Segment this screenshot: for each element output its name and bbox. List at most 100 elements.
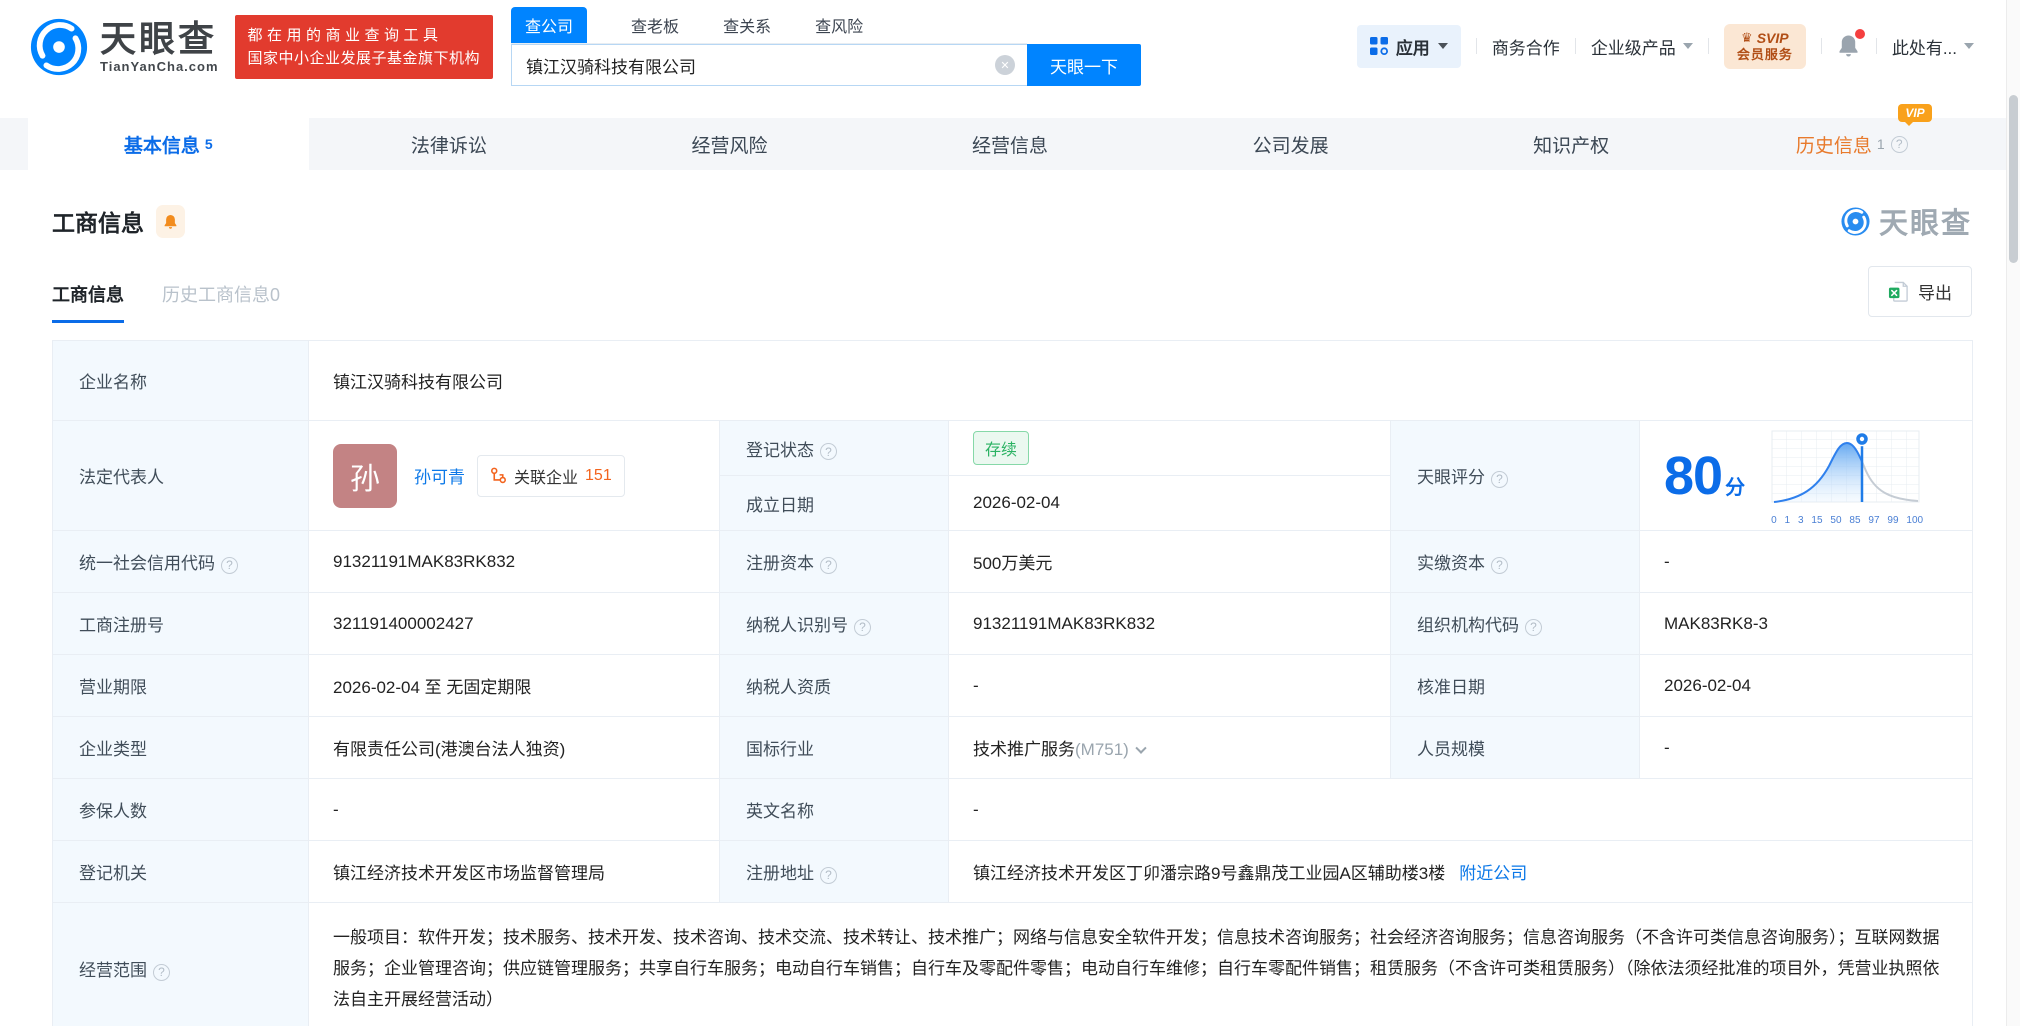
tab-label: 经营风险 bbox=[691, 135, 768, 157]
search-box: ✕ bbox=[511, 44, 1028, 86]
nearby-companies-link[interactable]: 附近公司 bbox=[1459, 864, 1527, 883]
help-icon[interactable] bbox=[1525, 618, 1542, 636]
tab-legal-litigation[interactable]: 法律诉讼 bbox=[309, 118, 590, 170]
scrollbar-track[interactable] bbox=[2006, 0, 2020, 1026]
table-row: 统一社会信用代码 91321191MAK83RK832 注册资本 500万美元 … bbox=[52, 530, 1974, 593]
tab-intellectual-property[interactable]: 知识产权 bbox=[1431, 118, 1712, 170]
scrollbar-thumb[interactable] bbox=[2009, 95, 2018, 263]
grid-apps-icon bbox=[1369, 37, 1388, 56]
tianyan-score[interactable]: 80 分 0 1 3 15 50 85 97 99 100 bbox=[1664, 426, 1954, 526]
search-input[interactable] bbox=[512, 55, 996, 75]
brand-name: 天眼查 bbox=[100, 17, 218, 59]
help-icon[interactable] bbox=[1491, 470, 1508, 488]
paid-capital-value: - bbox=[1638, 530, 1974, 593]
org-chart-icon bbox=[491, 467, 506, 484]
section-header: 工商信息 天眼查 bbox=[52, 200, 1972, 242]
notifications-bell[interactable] bbox=[1837, 29, 1865, 59]
address-value: 镇江经济技术开发区丁卯潘宗路9号鑫鼎茂工业园A区辅助楼3楼 附近公司 bbox=[947, 840, 1974, 903]
tianyancha-logo[interactable]: 天眼查 TianYanCha.com bbox=[28, 16, 219, 78]
chevron-down-icon bbox=[1437, 43, 1448, 50]
help-icon[interactable] bbox=[820, 556, 837, 574]
insured-value: - bbox=[308, 778, 720, 841]
help-icon[interactable] bbox=[153, 963, 170, 981]
tab-history-info[interactable]: VIP 历史信息 1 bbox=[1711, 103, 1992, 170]
help-icon[interactable] bbox=[820, 443, 837, 460]
subscribe-bell-button[interactable] bbox=[156, 204, 185, 238]
export-label: 导出 bbox=[1918, 284, 1952, 303]
help-icon[interactable] bbox=[1890, 135, 1908, 153]
reg-number-value: 321191400002427 bbox=[308, 592, 720, 655]
subtab-row: 工商信息 历史工商信息0 导出 bbox=[52, 266, 1972, 323]
table-row: 登记机关 镇江经济技术开发区市场监督管理局 注册地址 镇江经济技术开发区丁卯潘宗… bbox=[52, 840, 1974, 903]
insured-label: 参保人数 bbox=[52, 778, 309, 841]
table-row: 法定代表人 孙 孙可青 关联企业 151 登记状态? 存续 天眼评分? 80 分… bbox=[52, 420, 1974, 531]
help-icon[interactable] bbox=[221, 556, 238, 574]
tab-label: 法律诉讼 bbox=[410, 135, 487, 157]
search-button[interactable]: 天眼一下 bbox=[1027, 44, 1142, 86]
reg-authority-label: 登记机关 bbox=[52, 840, 309, 903]
industry-value[interactable]: 技术推广服务(M751) bbox=[948, 716, 1391, 779]
subtab-history-registration-info[interactable]: 历史工商信息0 bbox=[162, 281, 280, 323]
table-row: 参保人数 - 英文名称 - bbox=[52, 778, 1974, 841]
score-distribution-chart: 0 1 3 15 50 85 97 99 100 bbox=[1771, 426, 1923, 526]
watermark: 天眼查 bbox=[1840, 200, 1972, 242]
business-scope-value: 一般项目：软件开发；技术服务、技术开发、技术咨询、技术交流、技术转让、技术推广；… bbox=[307, 902, 1974, 1026]
nav-enterprise-products[interactable]: 企业级产品 bbox=[1591, 34, 1693, 59]
staff-size-label: 人员规模 bbox=[1390, 716, 1640, 779]
user-menu[interactable]: 此处有... bbox=[1892, 34, 1974, 59]
logo-text: 天眼查 TianYanCha.com bbox=[100, 17, 219, 74]
search-tab-risk[interactable]: 查风险 bbox=[801, 7, 877, 43]
subtab-registration-info[interactable]: 工商信息 bbox=[52, 281, 124, 323]
tab-operation-info[interactable]: 经营信息 bbox=[870, 118, 1151, 170]
company-type-value: 有限责任公司(港澳台法人独资) bbox=[308, 716, 720, 779]
svip-badge[interactable]: ♛ SVIP 会员服务 bbox=[1723, 23, 1806, 70]
chart-x-axis: 0 1 3 15 50 85 97 99 100 bbox=[1771, 514, 1924, 526]
tab-count: 1 bbox=[1876, 136, 1885, 152]
help-icon[interactable] bbox=[854, 618, 871, 636]
company-type-label: 企业类型 bbox=[52, 716, 309, 779]
help-icon[interactable] bbox=[820, 866, 837, 884]
tab-operation-risk[interactable]: 经营风险 bbox=[589, 118, 870, 170]
staff-size-value: - bbox=[1638, 716, 1974, 779]
search-tab-boss[interactable]: 查老板 bbox=[617, 7, 693, 43]
nav-cooperation[interactable]: 商务合作 bbox=[1492, 34, 1560, 59]
related-companies-label: 关联企业 bbox=[514, 469, 579, 487]
related-companies-badge[interactable]: 关联企业 151 bbox=[477, 454, 625, 497]
taxpayer-quality-value: - bbox=[948, 654, 1391, 717]
search-tab-relation[interactable]: 查关系 bbox=[709, 7, 785, 43]
bell-icon bbox=[164, 214, 177, 229]
tianyancha-logo-icon bbox=[30, 18, 88, 75]
legal-rep-link[interactable]: 孙可青 bbox=[414, 463, 465, 488]
tianyancha-watermark-icon bbox=[1841, 206, 1870, 236]
apps-menu[interactable]: 应用 bbox=[1356, 24, 1461, 68]
divider bbox=[1875, 38, 1877, 55]
banner-line1: 都在用的商业查询工具 bbox=[247, 26, 443, 44]
tab-basic-info[interactable]: 基本信息 5 bbox=[28, 118, 309, 170]
help-icon[interactable] bbox=[1491, 556, 1508, 574]
search-tab-company[interactable]: 查公司 bbox=[511, 7, 588, 43]
svip-label-bottom: 会员服务 bbox=[1736, 47, 1793, 63]
chevron-down-icon bbox=[1964, 43, 1974, 50]
clear-icon[interactable]: ✕ bbox=[995, 55, 1016, 75]
tab-company-development[interactable]: 公司发展 bbox=[1150, 118, 1431, 170]
status-badge: 存续 bbox=[973, 431, 1030, 465]
search-tabs: 查公司 查老板 查关系 查风险 bbox=[511, 7, 1028, 44]
english-name-label: 英文名称 bbox=[719, 778, 949, 841]
industry-label: 国标行业 bbox=[719, 716, 949, 779]
watermark-text: 天眼查 bbox=[1878, 208, 1972, 240]
export-button[interactable]: 导出 bbox=[1868, 266, 1972, 317]
svip-label-top: SVIP bbox=[1756, 29, 1789, 46]
taxpayer-quality-label: 纳税人资质 bbox=[719, 654, 949, 717]
business-term-label: 营业期限 bbox=[52, 654, 309, 717]
chevron-down-icon bbox=[1682, 43, 1693, 50]
table-row: 企业名称 镇江汉骑科技有限公司 bbox=[52, 340, 1974, 421]
chevron-down-icon[interactable] bbox=[1135, 742, 1147, 754]
taxpayer-id-value: 91321191MAK83RK832 bbox=[948, 592, 1391, 655]
table-row: 企业类型 有限责任公司(港澳台法人独资) 国标行业 技术推广服务(M751) 人… bbox=[52, 716, 1974, 779]
tianyancha-page: 天眼查 TianYanCha.com 都在用的商业查询工具 国家中小企业发展子基… bbox=[0, 0, 2020, 1026]
reg-capital-value: 500万美元 bbox=[948, 530, 1391, 593]
table-row: 经营范围 一般项目：软件开发；技术服务、技术开发、技术咨询、技术交流、技术转让、… bbox=[52, 902, 1974, 1026]
avatar[interactable]: 孙 bbox=[333, 443, 397, 508]
score-value: 80 分 0 1 3 15 50 85 97 99 100 bbox=[1638, 420, 1974, 531]
approve-date-value: 2026-02-04 bbox=[1638, 654, 1974, 717]
